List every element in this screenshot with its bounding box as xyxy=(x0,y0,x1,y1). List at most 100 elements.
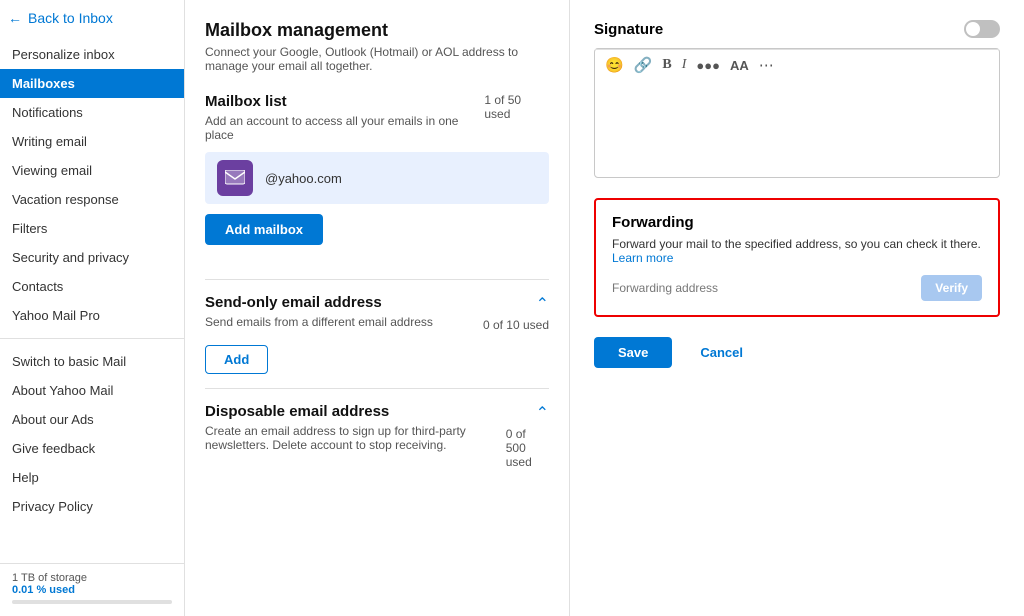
sidebar-label: Mailboxes xyxy=(12,76,75,91)
sidebar-label: Switch to basic Mail xyxy=(12,354,126,369)
back-arrow-icon: ← xyxy=(8,10,22,26)
sidebar-item-switch-basic[interactable]: Switch to basic Mail xyxy=(0,347,184,376)
sidebar-label: Vacation response xyxy=(12,192,119,207)
emoji-button[interactable]: 😊 xyxy=(605,56,624,74)
disposable-heading: Disposable email address xyxy=(205,403,506,420)
sidebar-item-viewing[interactable]: Viewing email xyxy=(0,156,184,185)
storage-label: 1 TB of storage xyxy=(12,572,172,584)
mailbox-icon-bg xyxy=(217,160,253,196)
panel-title: Mailbox management xyxy=(205,20,549,41)
more-button[interactable]: ⋯ xyxy=(759,56,774,74)
send-only-heading-text: Send-only email address Send emails from… xyxy=(205,294,433,335)
sidebar-label: Personalize inbox xyxy=(12,47,115,62)
sidebar-item-personalize[interactable]: Personalize inbox xyxy=(0,40,184,69)
mailbox-email: @yahoo.com xyxy=(265,171,342,186)
sidebar-divider xyxy=(0,338,184,339)
signature-toolbar: 😊 🔗 B I ●●● AA ⋯ xyxy=(595,49,999,80)
mailbox-list-heading: Mailbox list xyxy=(205,93,484,110)
signature-section: Signature 😊 🔗 B I ●●● AA ⋯ xyxy=(594,20,1000,178)
envelope-icon xyxy=(225,170,245,186)
sidebar-item-mailboxes[interactable]: Mailboxes xyxy=(0,69,184,98)
send-only-heading: Send-only email address xyxy=(205,294,433,311)
sidebar-label: About our Ads xyxy=(12,412,94,427)
send-only-count: 0 of 10 used xyxy=(483,318,549,332)
mailbox-list-header: Mailbox list Add an account to access al… xyxy=(205,93,549,148)
save-button[interactable]: Save xyxy=(594,337,672,368)
sidebar-item-give-feedback[interactable]: Give feedback xyxy=(0,434,184,463)
sidebar-item-security[interactable]: Security and privacy xyxy=(0,243,184,272)
forwarding-address-row: Forwarding address Verify xyxy=(612,275,982,301)
disposable-collapse-icon[interactable]: ⌃ xyxy=(536,403,549,423)
forwarding-section: Forwarding Forward your mail to the spec… xyxy=(594,198,1000,317)
send-only-add-area: Add xyxy=(205,345,549,374)
sidebar-item-notifications[interactable]: Notifications xyxy=(0,98,184,127)
disposable-desc: Create an email address to sign up for t… xyxy=(205,424,506,452)
footer-buttons: Save Cancel xyxy=(594,337,1000,368)
sidebar-label: Yahoo Mail Pro xyxy=(12,308,100,323)
right-panel: Signature 😊 🔗 B I ●●● AA ⋯ Forwarding Fo… xyxy=(570,0,1024,616)
storage-bar-bg xyxy=(12,600,172,604)
storage-used: 0.01 % used xyxy=(12,584,172,596)
mailbox-list-desc: Add an account to access all your emails… xyxy=(205,114,484,142)
sidebar-item-vacation[interactable]: Vacation response xyxy=(0,185,184,214)
section-separator-2 xyxy=(205,388,549,389)
sidebar-item-yahoo-pro[interactable]: Yahoo Mail Pro xyxy=(0,301,184,330)
send-only-desc: Send emails from a different email addre… xyxy=(205,315,433,329)
send-only-header: Send-only email address Send emails from… xyxy=(205,294,549,335)
disposable-heading-text: Disposable email address Create an email… xyxy=(205,403,506,458)
panel-subtitle: Connect your Google, Outlook (Hotmail) o… xyxy=(205,45,549,73)
sidebar-label: About Yahoo Mail xyxy=(12,383,113,398)
signature-header: Signature xyxy=(594,20,1000,38)
mailbox-list-section: Mailbox list Add an account to access al… xyxy=(205,93,549,265)
add-mailbox-button[interactable]: Add mailbox xyxy=(205,214,323,245)
link-button[interactable]: 🔗 xyxy=(634,56,653,74)
forwarding-title: Forwarding xyxy=(612,214,982,231)
back-label: Back to Inbox xyxy=(28,10,113,26)
sidebar: ← Back to Inbox Personalize inbox Mailbo… xyxy=(0,0,185,616)
send-only-section: Send-only email address Send emails from… xyxy=(205,294,549,374)
sidebar-label: Contacts xyxy=(12,279,63,294)
send-only-add-button[interactable]: Add xyxy=(205,345,268,374)
sidebar-item-about-ads[interactable]: About our Ads xyxy=(0,405,184,434)
sidebar-item-about-yahoo[interactable]: About Yahoo Mail xyxy=(0,376,184,405)
sidebar-nav: Personalize inbox Mailboxes Notification… xyxy=(0,36,184,563)
verify-button[interactable]: Verify xyxy=(921,275,982,301)
disposable-section: Disposable email address Create an email… xyxy=(205,403,549,469)
forwarding-desc-text: Forward your mail to the specified addre… xyxy=(612,237,981,251)
disposable-header: Disposable email address Create an email… xyxy=(205,403,549,469)
send-only-collapse-icon[interactable]: ⌃ xyxy=(536,294,549,314)
sidebar-item-help[interactable]: Help xyxy=(0,463,184,492)
sidebar-label: Writing email xyxy=(12,134,87,149)
sidebar-label: Privacy Policy xyxy=(12,499,93,514)
font-size-button[interactable]: AA xyxy=(730,58,749,73)
bold-button[interactable]: B xyxy=(662,57,671,73)
signature-title: Signature xyxy=(594,21,663,38)
signature-editor[interactable]: 😊 🔗 B I ●●● AA ⋯ xyxy=(594,48,1000,178)
sidebar-item-filters[interactable]: Filters xyxy=(0,214,184,243)
disposable-count: 0 of 500 used xyxy=(506,427,549,469)
forwarding-address-label: Forwarding address xyxy=(612,281,913,295)
mailbox-list-count: 1 of 50 used xyxy=(484,93,549,121)
sidebar-label: Security and privacy xyxy=(12,250,129,265)
color-button[interactable]: ●●● xyxy=(696,58,720,73)
forwarding-desc: Forward your mail to the specified addre… xyxy=(612,237,982,265)
sidebar-item-writing[interactable]: Writing email xyxy=(0,127,184,156)
sidebar-item-privacy-policy[interactable]: Privacy Policy xyxy=(0,492,184,521)
italic-button[interactable]: I xyxy=(682,57,687,73)
mailbox-list-heading-text: Mailbox list Add an account to access al… xyxy=(205,93,484,148)
learn-more-link[interactable]: Learn more xyxy=(612,251,673,265)
sidebar-label: Viewing email xyxy=(12,163,92,178)
main-area: Mailbox management Connect your Google, … xyxy=(185,0,1024,616)
left-panel: Mailbox management Connect your Google, … xyxy=(185,0,570,616)
sidebar-label: Notifications xyxy=(12,105,83,120)
mailbox-item: @yahoo.com xyxy=(205,152,549,204)
sidebar-footer: 1 TB of storage 0.01 % used xyxy=(0,563,184,616)
sidebar-label: Help xyxy=(12,470,39,485)
sidebar-label: Give feedback xyxy=(12,441,95,456)
signature-toggle[interactable] xyxy=(964,20,1000,38)
back-to-inbox[interactable]: ← Back to Inbox xyxy=(0,0,184,36)
section-separator xyxy=(205,279,549,280)
sidebar-item-contacts[interactable]: Contacts xyxy=(0,272,184,301)
sidebar-label: Filters xyxy=(12,221,47,236)
cancel-button[interactable]: Cancel xyxy=(684,337,759,368)
